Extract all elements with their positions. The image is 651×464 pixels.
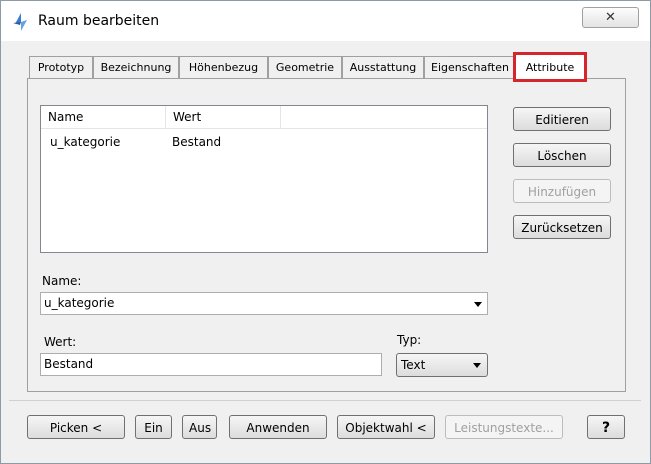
app-logo-icon bbox=[13, 13, 27, 31]
tab-label: Geometrie bbox=[275, 61, 335, 74]
tab-ausstattung[interactable]: Ausstattung bbox=[342, 56, 424, 78]
title-bar: Raum bearbeiten ✕ bbox=[1, 1, 650, 41]
tab-bezeichnung[interactable]: Bezeichnung bbox=[93, 56, 179, 78]
add-button[interactable]: Hinzufügen bbox=[513, 179, 611, 203]
object-select-button[interactable]: Objektwahl < bbox=[337, 415, 435, 439]
window-title: Raum bearbeiten bbox=[38, 13, 160, 29]
cell-wert: Bestand bbox=[172, 135, 222, 149]
tab-label: Bezeichnung bbox=[100, 61, 172, 74]
column-header-wert[interactable]: Wert bbox=[166, 106, 281, 129]
name-label: Name: bbox=[42, 274, 82, 288]
wert-input[interactable]: Bestand bbox=[40, 353, 382, 376]
help-button[interactable]: ? bbox=[587, 415, 625, 439]
typ-label: Typ: bbox=[397, 333, 422, 347]
tab-label: Attribute bbox=[525, 61, 575, 74]
attribute-list[interactable]: Name Wert u_kategorie Bestand bbox=[40, 105, 488, 253]
name-combobox[interactable]: u_kategorie bbox=[40, 292, 488, 315]
typ-select[interactable]: Text bbox=[396, 353, 488, 377]
tab-label: Eigenschaften bbox=[431, 61, 509, 74]
edit-button[interactable]: Editieren bbox=[513, 107, 611, 131]
reset-button[interactable]: Zurücksetzen bbox=[513, 215, 611, 239]
tab-eigenschaften[interactable]: Eigenschaften bbox=[424, 56, 516, 78]
on-button[interactable]: Ein bbox=[135, 415, 172, 439]
tab-geometrie[interactable]: Geometrie bbox=[268, 56, 342, 78]
name-combobox-value: u_kategorie bbox=[44, 296, 115, 310]
chevron-down-icon[interactable] bbox=[474, 302, 482, 307]
close-icon: ✕ bbox=[605, 10, 616, 25]
column-header-name[interactable]: Name bbox=[41, 106, 166, 129]
help-icon: ? bbox=[601, 420, 611, 436]
tab-hoehenbezug[interactable]: Höhenbezug bbox=[179, 56, 268, 78]
typ-select-value: Text bbox=[401, 358, 426, 372]
off-button[interactable]: Aus bbox=[182, 415, 217, 439]
apply-button[interactable]: Anwenden bbox=[229, 415, 327, 439]
tab-attribute[interactable]: Attribute bbox=[513, 52, 587, 82]
close-button[interactable]: ✕ bbox=[582, 7, 639, 28]
dialog-window: Raum bearbeiten ✕ Prototyp Bezeichnung H… bbox=[0, 0, 651, 464]
cell-name: u_kategorie bbox=[50, 135, 121, 149]
tab-prototyp[interactable]: Prototyp bbox=[29, 56, 93, 78]
tab-label: Prototyp bbox=[37, 61, 85, 74]
tab-label: Höhenbezug bbox=[188, 61, 259, 74]
service-texts-button[interactable]: Leistungstexte... bbox=[445, 415, 563, 439]
wert-input-value: Bestand bbox=[44, 357, 94, 371]
tab-label: Ausstattung bbox=[349, 61, 417, 74]
delete-button[interactable]: Löschen bbox=[513, 143, 611, 167]
pick-button[interactable]: Picken < bbox=[27, 415, 125, 439]
list-header: Name Wert bbox=[41, 106, 487, 129]
chevron-down-icon bbox=[473, 363, 481, 368]
wert-label: Wert: bbox=[44, 335, 77, 349]
table-row[interactable]: u_kategorie Bestand bbox=[41, 133, 487, 151]
